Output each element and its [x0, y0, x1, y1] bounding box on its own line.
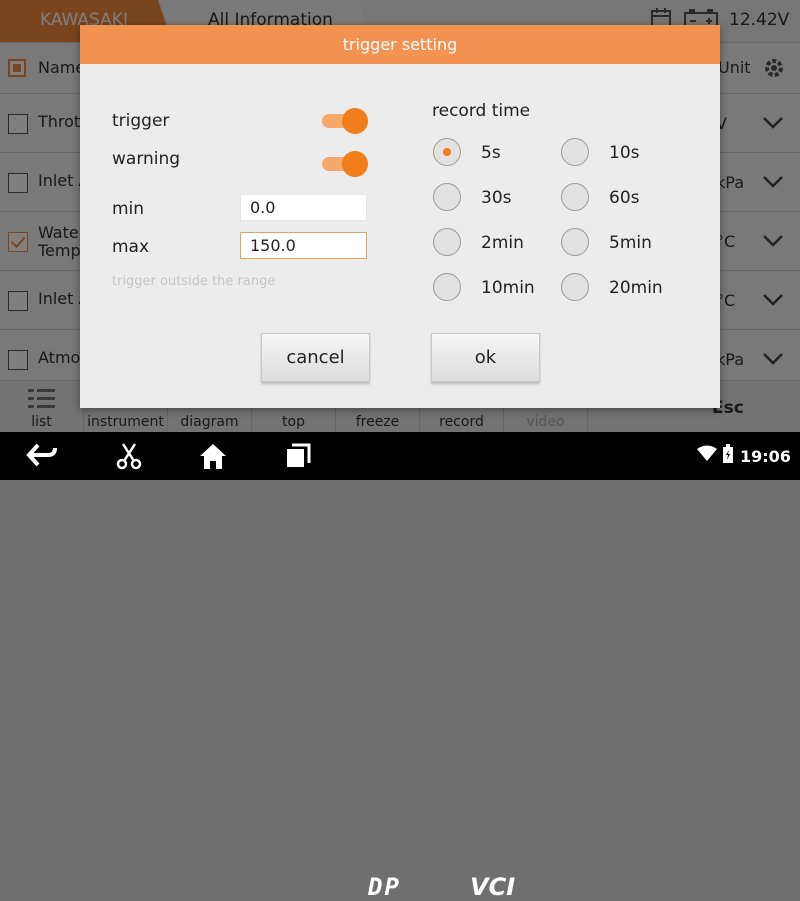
- trigger-toggle[interactable]: [320, 108, 368, 134]
- cancel-button[interactable]: cancel: [261, 333, 370, 382]
- record-time-label: record time: [432, 101, 531, 121]
- radio-10s[interactable]: [561, 138, 589, 166]
- warning-label: warning: [112, 149, 181, 169]
- radio-5s-label: 5s: [481, 143, 501, 163]
- radio-60s[interactable]: [561, 183, 589, 211]
- dialog-title: trigger setting: [342, 35, 458, 54]
- vci-logo-text[interactable]: VCI: [470, 873, 515, 901]
- radio-10min-label: 10min: [481, 278, 535, 298]
- radio-30s-label: 30s: [481, 188, 512, 208]
- trigger-label: trigger: [112, 111, 170, 131]
- radio-2min-label: 2min: [481, 233, 524, 253]
- radio-5min[interactable]: [561, 228, 589, 256]
- range-hint: trigger outside the range: [112, 274, 276, 289]
- radio-5s[interactable]: [433, 138, 461, 166]
- radio-2min[interactable]: [433, 228, 461, 256]
- radio-5min-label: 5min: [609, 233, 652, 253]
- android-navbar: DP VCI: [0, 432, 800, 901]
- radio-30s[interactable]: [433, 183, 461, 211]
- max-input[interactable]: [240, 232, 367, 259]
- scissors-icon[interactable]: [115, 442, 143, 470]
- home-icon[interactable]: [198, 442, 228, 470]
- trigger-setting-dialog: trigger setting trigger warning min max …: [80, 25, 720, 408]
- recent-apps-icon[interactable]: [284, 442, 312, 470]
- radio-60s-label: 60s: [609, 188, 640, 208]
- min-label: min: [112, 199, 145, 219]
- dialog-header: trigger setting: [80, 25, 720, 64]
- warning-toggle[interactable]: [320, 151, 368, 177]
- dp-logo-text[interactable]: DP: [368, 873, 401, 901]
- radio-20min[interactable]: [561, 273, 589, 301]
- clock: 19:06: [740, 447, 791, 466]
- min-input[interactable]: [240, 194, 367, 221]
- ok-button[interactable]: ok: [431, 333, 540, 382]
- battery-icon: [723, 444, 733, 463]
- back-icon[interactable]: [26, 442, 58, 468]
- radio-10s-label: 10s: [609, 143, 640, 163]
- max-label: max: [112, 237, 150, 257]
- radio-20min-label: 20min: [609, 278, 663, 298]
- radio-10min[interactable]: [433, 273, 461, 301]
- wifi-icon: [697, 445, 717, 461]
